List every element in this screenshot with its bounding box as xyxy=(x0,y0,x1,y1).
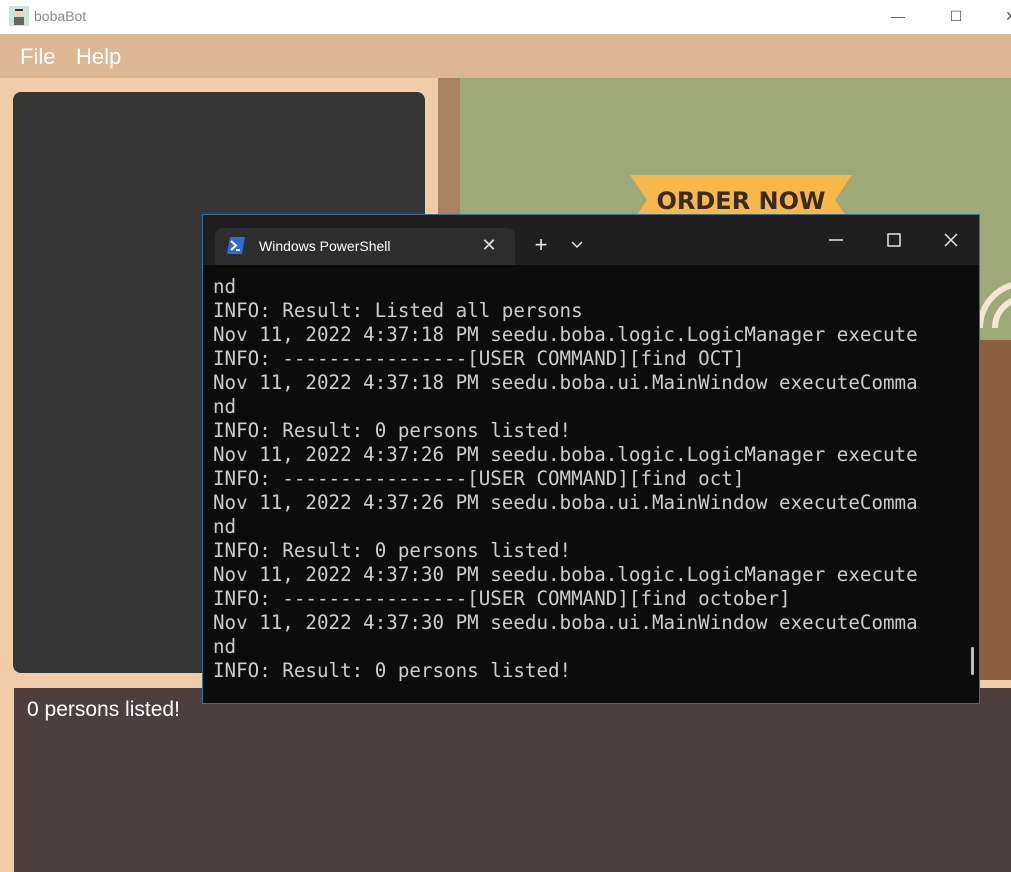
terminal-line: Nov 11, 2022 4:37:26 PM seedu.boba.logic… xyxy=(213,443,918,466)
powershell-tab-bar: Windows PowerShell ✕ + xyxy=(203,215,979,265)
boba-app-icon xyxy=(9,6,29,26)
minimize-icon[interactable]: — xyxy=(888,6,908,26)
powershell-window[interactable]: Windows PowerShell ✕ + nd INFO: Result: … xyxy=(202,214,980,704)
terminal-line: INFO: Result: Listed all persons xyxy=(213,299,583,322)
maximize-icon[interactable] xyxy=(887,233,901,247)
terminal-line: INFO: ----------------[USER COMMAND][fin… xyxy=(213,467,745,490)
menu-help[interactable]: Help xyxy=(76,44,121,70)
terminal-line: Nov 11, 2022 4:37:30 PM seedu.boba.ui.Ma… xyxy=(213,611,918,634)
menu-file[interactable]: File xyxy=(20,44,55,70)
terminal-output[interactable]: nd INFO: Result: Listed all persons Nov … xyxy=(213,275,953,695)
terminal-line: nd xyxy=(213,635,237,658)
scrollbar-thumb[interactable] xyxy=(971,647,974,675)
menu-bar: File Help xyxy=(0,34,1011,78)
terminal-line: INFO: ----------------[USER COMMAND][fin… xyxy=(213,347,745,370)
terminal-line: Nov 11, 2022 4:37:26 PM seedu.boba.ui.Ma… xyxy=(213,491,918,514)
powershell-tab-title: Windows PowerShell xyxy=(259,238,391,254)
terminal-line: INFO: Result: 0 persons listed! xyxy=(213,659,572,682)
result-display: 0 persons listed! xyxy=(14,688,1011,872)
minimize-icon[interactable] xyxy=(829,239,843,241)
window-title: bobaBot xyxy=(34,8,87,24)
terminal-line: Nov 11, 2022 4:37:30 PM seedu.boba.logic… xyxy=(213,563,918,586)
terminal-line: nd xyxy=(213,395,237,418)
terminal-line: Nov 11, 2022 4:37:18 PM seedu.boba.logic… xyxy=(213,323,918,346)
maximize-icon[interactable]: ☐ xyxy=(946,6,966,26)
terminal-line: nd xyxy=(213,515,237,538)
terminal-line: INFO: Result: 0 persons listed! xyxy=(213,419,572,442)
powershell-tab[interactable]: Windows PowerShell ✕ xyxy=(215,228,515,265)
wood-decoration xyxy=(980,340,1011,680)
powershell-icon xyxy=(227,237,245,254)
tab-close-icon[interactable]: ✕ xyxy=(479,235,499,255)
terminal-line: Nov 11, 2022 4:37:18 PM seedu.boba.ui.Ma… xyxy=(213,371,918,394)
terminal-line: INFO: ----------------[USER COMMAND][fin… xyxy=(213,587,791,610)
terminal-line: INFO: Result: 0 persons listed! xyxy=(213,539,572,562)
terminal-line: nd xyxy=(213,275,237,298)
close-icon[interactable]: ✕ xyxy=(1001,6,1011,26)
order-now-text: ORDER NOW xyxy=(657,187,826,215)
chevron-down-icon[interactable] xyxy=(571,241,583,249)
new-tab-icon[interactable]: + xyxy=(529,233,553,257)
close-icon[interactable] xyxy=(944,233,958,247)
app-title-bar: bobaBot — ☐ ✕ xyxy=(0,0,1011,34)
result-text: 0 persons listed! xyxy=(27,698,180,721)
